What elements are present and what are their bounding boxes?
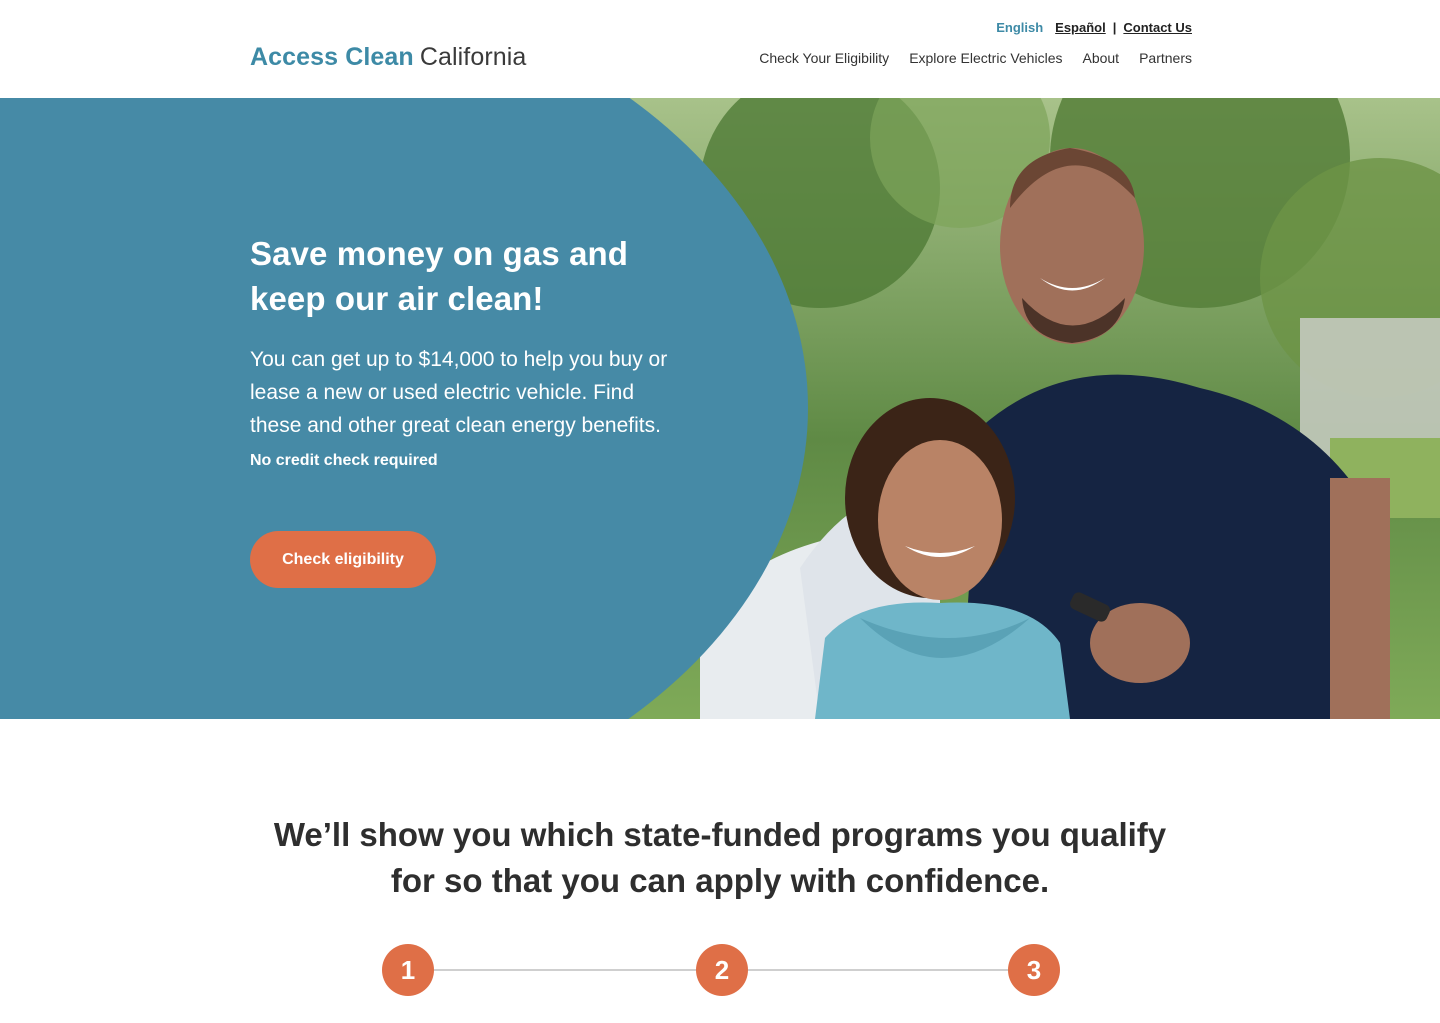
utility-links: English Español | Contact Us [996,19,1192,37]
utility-separator: | [1112,20,1117,35]
check-eligibility-button[interactable]: Check eligibility [250,531,436,588]
site-logo[interactable]: Access Clean California [250,42,526,72]
nav-explore-electric-vehicles[interactable]: Explore Electric Vehicles [909,48,1062,68]
logo-light-text: California [419,43,527,71]
step-3-badge: 3 [1008,944,1060,996]
hero-section: Save money on gas and keep our air clean… [0,98,1440,719]
site-header: Access Clean California English Español |… [0,0,1440,98]
nav-about[interactable]: About [1082,48,1119,68]
intro-heading: We’ll show you which state-funded progra… [273,816,1167,899]
step-1-badge: 1 [382,944,434,996]
main-nav: Check Your Eligibility Explore Electric … [739,48,1192,68]
no-credit-check-note: No credit check required [250,452,438,469]
contact-us-link[interactable]: Contact Us [1123,19,1192,37]
hero-title: Save money on gas and keep our air clean… [250,235,629,317]
steps-indicator: 1 2 3 [382,944,1060,996]
hero-content: Save money on gas and keep our air clean… [250,231,690,588]
hero-body-text: You can get up to $14,000 to help you bu… [250,348,668,437]
step-2-badge: 2 [696,944,748,996]
language-espanol-link[interactable]: Español [1055,19,1106,37]
nav-partners[interactable]: Partners [1139,48,1192,68]
logo-strong-text: Access Clean [250,43,414,71]
nav-check-eligibility[interactable]: Check Your Eligibility [759,48,889,68]
language-english[interactable]: English [996,19,1043,37]
